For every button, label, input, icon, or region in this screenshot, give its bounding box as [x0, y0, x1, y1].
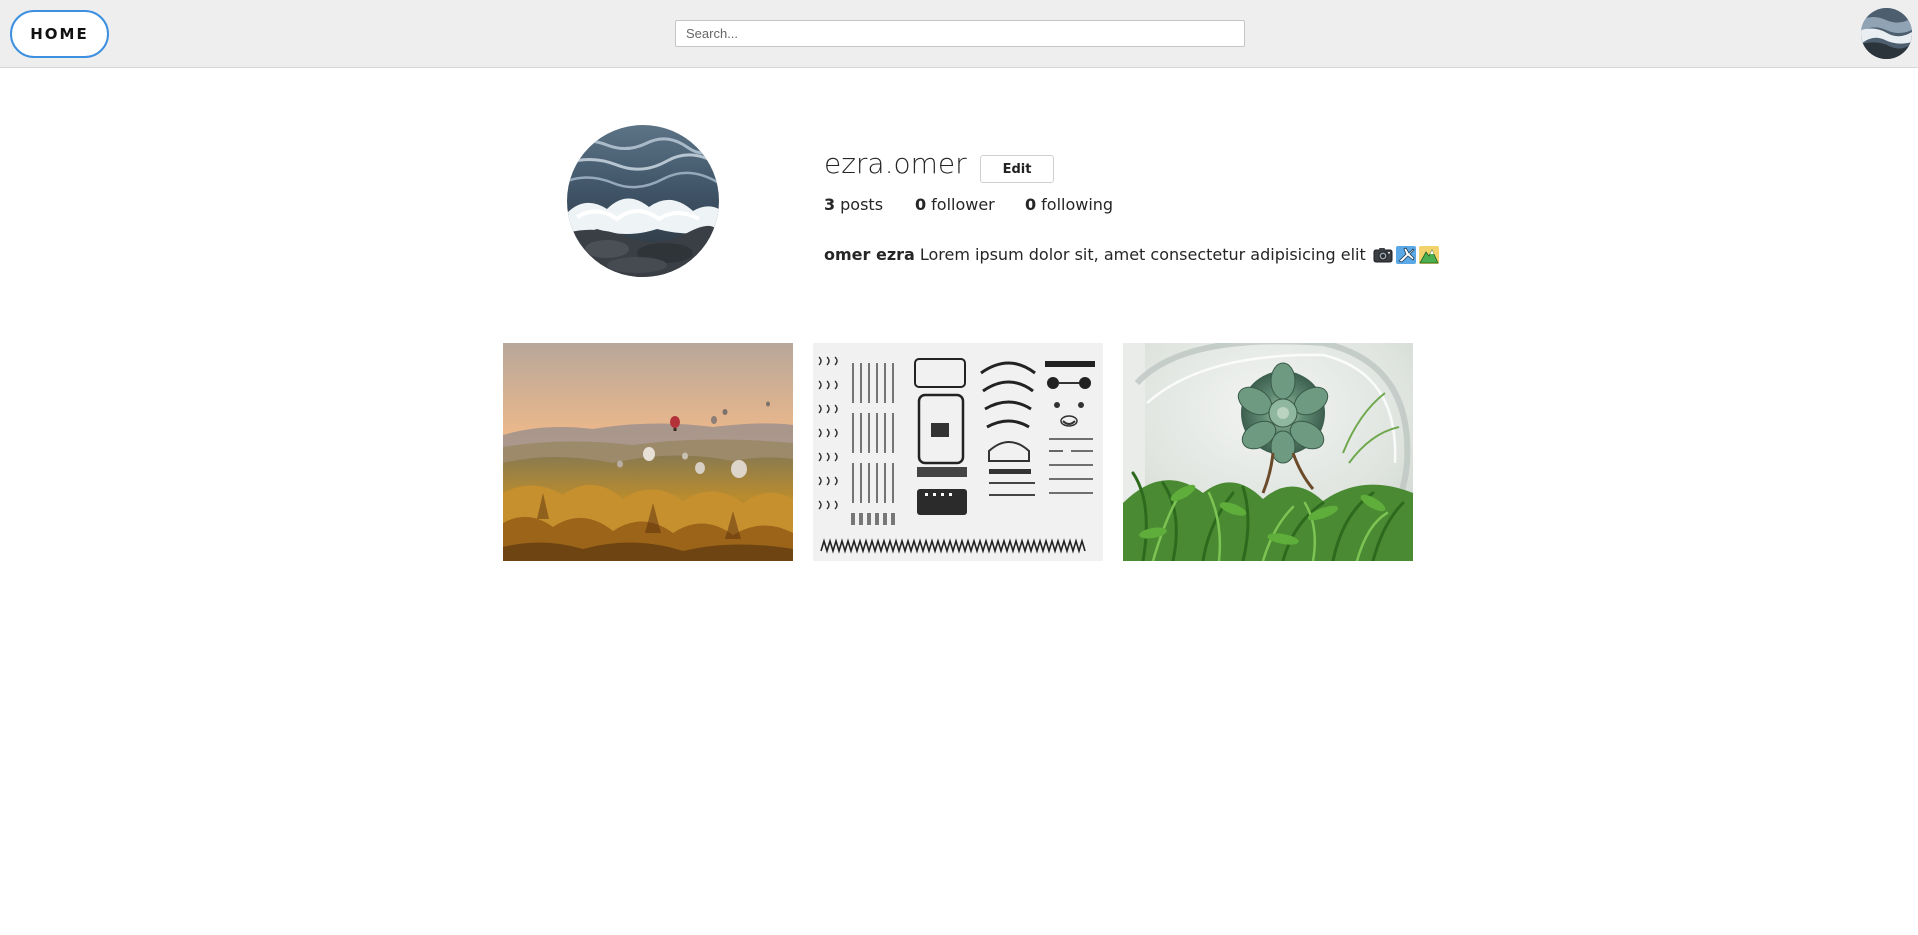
- ocean-wave-icon: [1861, 8, 1912, 59]
- home-button[interactable]: HOME: [10, 10, 109, 58]
- post-thumbnail[interactable]: [1123, 343, 1413, 561]
- succulent-terrarium-image: [1123, 343, 1413, 561]
- profile-bio: omer ezra Lorem ipsum dolor sit, amet co…: [824, 245, 1439, 264]
- search-input[interactable]: [675, 20, 1245, 47]
- user-avatar[interactable]: [1861, 8, 1912, 59]
- follower-count: 0: [915, 195, 927, 214]
- camera-icon: [1373, 247, 1393, 262]
- typewriter-parts-image: [813, 343, 1103, 561]
- bio-emojis: [1373, 245, 1439, 264]
- profile-avatar: [567, 125, 719, 277]
- stat-posts: 3 posts: [824, 195, 915, 214]
- profile-stats: 3 posts 0 follower 0 following: [824, 195, 1113, 214]
- follower-label: follower: [931, 195, 995, 214]
- posts-label: posts: [840, 195, 884, 214]
- following-label: following: [1041, 195, 1114, 214]
- post-thumbnail[interactable]: [503, 343, 793, 561]
- posts-count: 3: [824, 195, 836, 214]
- profile-username: ezra.omer: [824, 147, 967, 180]
- bio-name: omer ezra: [824, 245, 915, 264]
- edit-profile-button[interactable]: Edit: [980, 155, 1054, 183]
- hot-air-balloons-image: [503, 343, 793, 561]
- airplane-icon: [1395, 245, 1416, 264]
- mountain-icon: [1418, 245, 1439, 264]
- stat-follower[interactable]: 0 follower: [915, 195, 1025, 214]
- post-thumbnail[interactable]: [813, 343, 1103, 561]
- ocean-wave-icon: [567, 125, 719, 277]
- bio-text: Lorem ipsum dolor sit, amet consectetur …: [919, 245, 1366, 264]
- stat-following[interactable]: 0 following: [1025, 195, 1113, 214]
- following-count: 0: [1025, 195, 1037, 214]
- top-navbar: HOME: [0, 0, 1918, 68]
- posts-grid: [503, 343, 1413, 561]
